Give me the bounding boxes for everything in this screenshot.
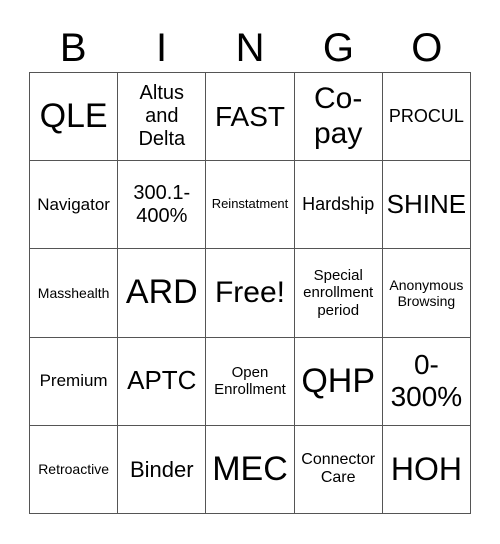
bingo-cell[interactable]: Masshealth	[30, 249, 119, 338]
header-letter-b: B	[59, 26, 87, 70]
bingo-cell[interactable]: Connector Care	[294, 425, 383, 514]
bingo-cell[interactable]: 300.1-400%	[118, 161, 207, 250]
bingo-cell[interactable]: Anonymous Browsing	[382, 249, 471, 338]
bingo-cell[interactable]: SHINE	[382, 161, 471, 250]
header-letter-o: O	[411, 26, 443, 70]
header-letter-i: I	[156, 26, 168, 70]
bingo-cell[interactable]: HOH	[382, 425, 471, 514]
bingo-cell[interactable]: Altus and Delta	[118, 73, 207, 162]
header-letter-g: G	[322, 26, 354, 70]
bingo-cell[interactable]: Retroactive	[30, 425, 119, 514]
bingo-cell[interactable]: Co-pay	[294, 73, 383, 162]
bingo-cell[interactable]: Navigator	[30, 161, 119, 250]
bingo-cell[interactable]: PROCUL	[382, 73, 471, 162]
bingo-cell[interactable]: Binder	[118, 425, 207, 514]
bingo-cell[interactable]: Hardship	[294, 161, 383, 250]
bingo-cell[interactable]: Special enrollment period	[294, 249, 383, 338]
bingo-cell[interactable]: QHP	[294, 337, 383, 426]
bingo-cell[interactable]: Reinstatment	[206, 161, 295, 250]
bingo-cell[interactable]: 0-300%	[382, 337, 471, 426]
bingo-cell[interactable]: Open Enrollment	[206, 337, 295, 426]
bingo-cell[interactable]: ARD	[118, 249, 207, 338]
bingo-cell[interactable]: MEC	[206, 425, 295, 514]
bingo-grid: QLE Altus and Delta FAST Co-pay PROCUL Naviga…	[29, 72, 471, 514]
header-letter-n: N	[235, 26, 265, 70]
bingo-cell[interactable]: Free!	[206, 249, 295, 338]
bingo-cell[interactable]: FAST	[206, 73, 295, 162]
bingo-cell[interactable]: QLE	[30, 73, 119, 162]
bingo-cell[interactable]: APTC	[118, 337, 207, 426]
bingo-header: B I N G O	[29, 24, 471, 72]
bingo-cell[interactable]: Premium	[30, 337, 119, 426]
